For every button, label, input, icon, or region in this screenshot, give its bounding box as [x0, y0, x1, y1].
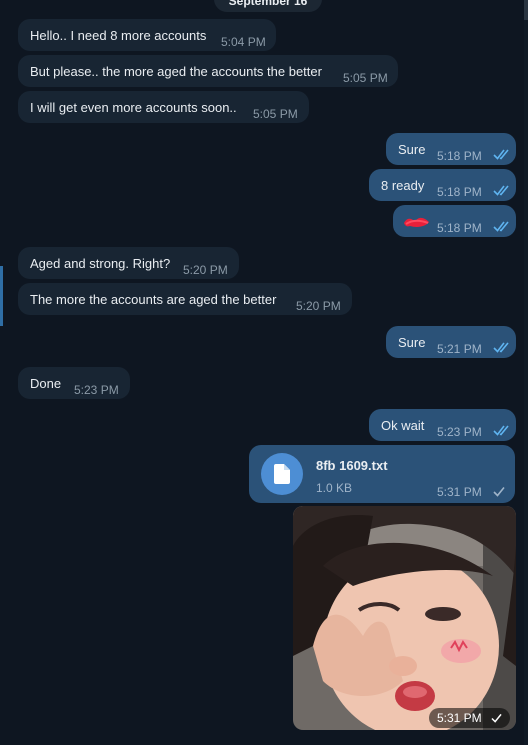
photo-message[interactable]: 5:31 PM [293, 506, 516, 730]
single-check-icon [493, 486, 505, 497]
message-time: 5:20 PM [296, 299, 341, 313]
redaction-scribble-icon [404, 217, 429, 227]
message-outgoing-redacted[interactable]: 5:18 PM [393, 205, 516, 237]
message-time: 5:23 PM [437, 425, 482, 439]
message-time: 5:18 PM [437, 149, 482, 163]
double-check-icon [493, 149, 509, 160]
scrollbar-thumb[interactable] [524, 0, 528, 20]
message-text: Done [30, 376, 62, 391]
message-text: 8 ready [381, 178, 425, 193]
message-incoming[interactable]: Hello.. I need 8 more accounts 5:04 PM [18, 19, 276, 51]
photo-time-badge: 5:31 PM [428, 708, 510, 728]
selection-indicator [0, 266, 3, 326]
message-incoming[interactable]: The more the accounts are aged the bette… [18, 283, 352, 315]
message-outgoing[interactable]: Ok wait 5:23 PM [369, 409, 516, 441]
message-text: Hello.. I need 8 more accounts [30, 28, 207, 43]
message-text: Aged and strong. Right? [30, 256, 171, 271]
message-time: 5:05 PM [253, 107, 298, 121]
message-time: 5:05 PM [343, 71, 388, 85]
message-time: 5:21 PM [437, 342, 482, 356]
scrollbar-track[interactable] [524, 0, 528, 745]
message-incoming[interactable]: I will get even more accounts soon.. 5:0… [18, 91, 309, 123]
message-time: 5:18 PM [437, 221, 482, 235]
message-time: 5:31 PM [436, 711, 482, 725]
message-incoming[interactable]: Done 5:23 PM [18, 367, 130, 399]
message-text: Sure [398, 142, 426, 157]
message-time: 5:31 PM [437, 485, 482, 499]
message-text: But please.. the more aged the accounts … [30, 64, 322, 79]
file-attachment-message[interactable]: 8fb 1609.txt 1.0 KB 5:31 PM [249, 445, 515, 503]
double-check-icon [493, 342, 509, 353]
double-check-icon [493, 425, 509, 436]
message-text: Ok wait [381, 418, 425, 433]
double-check-icon [493, 221, 509, 232]
double-check-icon [493, 185, 509, 196]
file-name: 8fb 1609.txt [316, 458, 388, 473]
message-time: 5:20 PM [183, 263, 228, 277]
file-size: 1.0 KB [316, 481, 353, 495]
message-text: I will get even more accounts soon.. [30, 100, 237, 115]
message-time: 5:23 PM [74, 383, 119, 397]
message-outgoing[interactable]: Sure 5:21 PM [386, 326, 516, 358]
date-separator: September 16 [214, 0, 322, 12]
message-incoming[interactable]: Aged and strong. Right? 5:20 PM [18, 247, 239, 279]
message-text: The more the accounts are aged the bette… [30, 292, 277, 307]
message-text: Sure [398, 335, 426, 350]
message-incoming[interactable]: But please.. the more aged the accounts … [18, 55, 398, 87]
message-time: 5:18 PM [437, 185, 482, 199]
single-check-icon [491, 713, 502, 723]
message-outgoing[interactable]: 8 ready 5:18 PM [369, 169, 516, 201]
message-time: 5:04 PM [221, 35, 266, 49]
photo-image [293, 506, 516, 730]
document-icon [274, 464, 290, 484]
message-outgoing[interactable]: Sure 5:18 PM [386, 133, 516, 165]
file-download-button[interactable] [261, 453, 303, 495]
